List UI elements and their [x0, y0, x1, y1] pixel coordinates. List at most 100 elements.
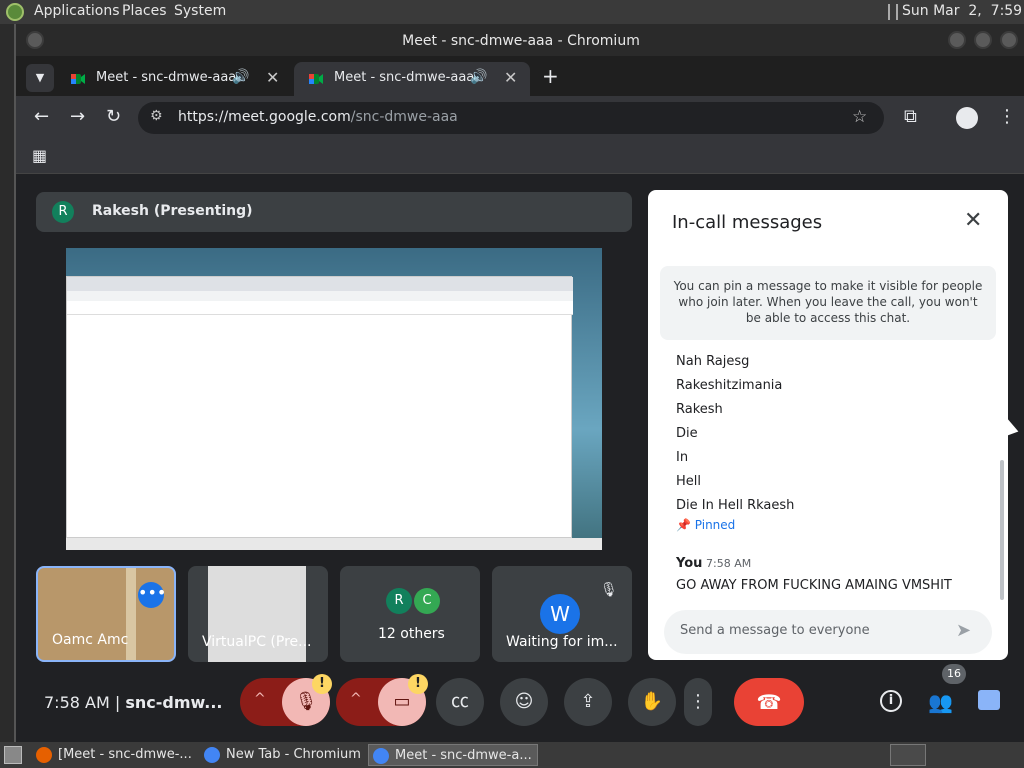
emoji-button[interactable]: ☺ [500, 678, 548, 726]
gnome-logo-icon[interactable] [6, 3, 24, 21]
chevron-up-icon[interactable]: ^ [254, 691, 266, 707]
more-vert-icon: ⋮ [689, 691, 707, 712]
extensions-icon[interactable]: ⧉ [904, 106, 917, 127]
camera-toggle[interactable]: ^ ▭ ! [336, 674, 428, 726]
tab-meet-2[interactable]: Meet - snc-dmwe-aaa 🔊 ✕ [294, 62, 530, 96]
taskbar-item-active[interactable]: Meet - snc-dmwe-a... [368, 744, 538, 766]
participant-tile-virtualpc[interactable]: VirtualPC (Pre... [188, 566, 328, 662]
tab-close-icon[interactable]: ✕ [504, 68, 517, 87]
chat-message: Rakeshitzimania [676, 378, 783, 393]
mic-warning-icon: ! [312, 674, 332, 694]
google-meet-icon [71, 74, 85, 84]
mic-toggle[interactable]: ^ 🎙 ! [240, 674, 332, 726]
participant-name: Waiting for im... [506, 634, 618, 650]
tab-title: Meet - snc-dmwe-aaa [334, 70, 475, 85]
firefox-icon [36, 747, 52, 763]
chat-sender: You [676, 556, 703, 571]
chat-message: Nah Rajesg [676, 354, 750, 369]
back-icon[interactable]: ← [34, 106, 49, 127]
emoji-icon: ☺ [514, 691, 534, 712]
speaker-icon: 🔊 [232, 69, 250, 85]
reload-icon[interactable]: ↻ [106, 106, 121, 127]
taskbar: [Meet - snc-dmwe-... New Tab - Chromium … [0, 742, 1024, 768]
hang-up-icon: ☎ [756, 690, 782, 714]
captions-button[interactable]: ㏄ [436, 678, 484, 726]
raise-hand-button[interactable]: ✋ [628, 678, 676, 726]
people-icon[interactable]: 👥 [928, 690, 953, 714]
maximize-icon[interactable] [974, 31, 992, 49]
tab-title: Meet - snc-dmwe-aaa [96, 70, 237, 85]
more-options-icon[interactable]: ••• [138, 582, 166, 608]
browser-menu-icon[interactable]: ⋮ [998, 106, 1016, 127]
menu-places[interactable]: Places [122, 3, 167, 19]
meet-content: R Rakesh (Presenting) ••• Oamc Amc Virtu… [16, 174, 1024, 742]
bookmark-star-icon[interactable]: ☆ [852, 107, 867, 127]
chromium-icon [204, 747, 220, 763]
chat-message: Hell [676, 474, 701, 489]
participant-tile-self[interactable]: ••• Oamc Amc [36, 566, 176, 662]
minimize-icon[interactable] [948, 31, 966, 49]
shared-toolbar [67, 291, 573, 301]
new-tab-icon[interactable]: + [542, 64, 559, 88]
participant-tile-waiting[interactable]: W 🎙 Waiting for im... [492, 566, 632, 662]
participant-tile-others[interactable]: R C 12 others [340, 566, 480, 662]
profile-icon[interactable] [956, 107, 978, 129]
mic-off-icon: 🎙 [600, 582, 618, 598]
window-menu-icon[interactable] [26, 31, 44, 49]
browser-toolbar: ← → ↻ ⚙ https://meet.google.com/snc-dmwe… [16, 96, 1024, 140]
window-close-icon[interactable] [1000, 31, 1018, 49]
window-title: Meet - snc-dmwe-aaa - Chromium [402, 33, 640, 49]
tab-meet-1[interactable]: Meet - snc-dmwe-aaa 🔊 ✕ [56, 62, 292, 96]
chat-input[interactable]: Send a message to everyone ➤ [664, 610, 992, 654]
forward-icon[interactable]: → [70, 106, 85, 127]
more-options-button[interactable]: ⋮ [684, 678, 712, 726]
shared-screen[interactable] [66, 248, 602, 550]
site-info-icon[interactable]: ⚙ [150, 108, 163, 124]
end-call-button[interactable]: ☎ [734, 678, 804, 726]
pin-icon: 📌 [676, 518, 695, 532]
chat-scrollbar[interactable] [1000, 460, 1004, 600]
send-icon[interactable]: ➤ [956, 620, 971, 641]
chat-close-icon[interactable]: ✕ [964, 208, 982, 233]
address-bar[interactable]: ⚙ https://meet.google.com/snc-dmwe-aaa ☆ [138, 102, 884, 134]
shared-tabstrip [67, 277, 573, 291]
chevron-up-icon[interactable]: ^ [350, 691, 362, 707]
presenter-bar: R Rakesh (Presenting) [36, 192, 632, 232]
chat-timestamp: 7:58 AM [706, 557, 752, 570]
taskbar-item[interactable]: [Meet - snc-dmwe-... [32, 744, 198, 766]
present-button[interactable]: ⇪ [564, 678, 612, 726]
menu-system[interactable]: System [174, 3, 226, 19]
participant-name: VirtualPC (Pre... [202, 634, 312, 650]
waiting-avatar: W [540, 594, 580, 634]
shared-searchbar [67, 301, 573, 315]
chat-panel: In-call messages ✕ You can pin a message… [648, 190, 1008, 660]
tab-strip: ▼ Meet - snc-dmwe-aaa 🔊 ✕ Meet - snc-dmw… [16, 56, 1024, 96]
meeting-time: 7:58 AM | snc-dmw... [44, 693, 223, 712]
chat-title: In-call messages [672, 212, 823, 233]
present-screen-icon: ⇪ [580, 691, 596, 712]
tab-close-icon[interactable]: ✕ [266, 68, 279, 87]
captions-icon: ㏄ [451, 691, 469, 712]
show-desktop-icon[interactable] [4, 746, 22, 764]
chromium-icon [373, 748, 389, 764]
apps-grid-icon[interactable]: ▦ [32, 146, 47, 165]
chat-message: Rakesh [676, 402, 723, 417]
tab-search-icon[interactable]: ▼ [26, 64, 54, 92]
presenter-avatar: R [52, 201, 74, 223]
hand-icon: ✋ [640, 691, 664, 712]
taskbar-item[interactable]: New Tab - Chromium [200, 744, 366, 766]
browser-window: Meet - snc-dmwe-aaa - Chromium ▼ Meet - … [14, 24, 1024, 742]
chat-icon[interactable] [978, 690, 1000, 710]
shared-browser-window [66, 276, 573, 538]
bookmarks-bar: ▦ [16, 140, 1024, 174]
panel-clock[interactable]: Sun Mar 2, 7:59 AM [902, 3, 1024, 19]
chat-input-placeholder: Send a message to everyone [680, 623, 870, 638]
pinned-tag[interactable]: 📌 Pinned [676, 518, 735, 532]
others-avatar: R [386, 588, 412, 614]
window-titlebar[interactable]: Meet - snc-dmwe-aaa - Chromium [16, 24, 1024, 56]
menu-applications[interactable]: Applications [34, 3, 120, 19]
chat-message-self: GO AWAY FROM FUCKING AMAING VMSHIT [676, 578, 952, 593]
top-panel: Applications Places System Sun Mar 2, 7:… [0, 0, 1024, 24]
workspace-switcher[interactable] [890, 744, 926, 766]
info-icon[interactable]: i [880, 690, 902, 712]
